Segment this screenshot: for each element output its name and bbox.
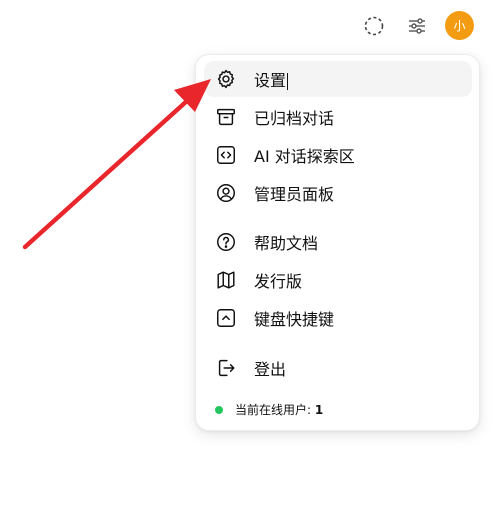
online-users-label: 当前在线用户: (235, 403, 315, 417)
menu-item-label: 登出 (254, 360, 287, 379)
menu-item-label: 发行版 (254, 272, 303, 291)
text-cursor (287, 73, 289, 90)
question-circle-icon (215, 231, 237, 253)
menu-item-label: 已归档对话 (254, 109, 335, 128)
online-users-status: 当前在线用户: 1 (215, 401, 323, 418)
selection-dashed-circle-icon[interactable] (361, 13, 387, 39)
chevron-up-square-icon (215, 307, 237, 329)
menu-item-keyboard-shortcuts[interactable]: 键盘快捷键 (204, 300, 472, 336)
map-icon (215, 269, 237, 291)
user-dropdown-menu: 设置 已归档对话 AI 对话探索区 管理员面板 帮助文档 发行版 键盘快捷键 登… (195, 54, 480, 431)
archive-icon (215, 106, 237, 128)
logout-icon (215, 357, 237, 379)
menu-item-archived-chats[interactable]: 已归档对话 (204, 99, 472, 135)
menu-item-label: AI 对话探索区 (254, 147, 355, 166)
online-users-count: 1 (314, 403, 324, 417)
menu-item-label: 设置 (254, 71, 289, 90)
user-circle-icon (215, 182, 237, 204)
menu-item-releases[interactable]: 发行版 (204, 262, 472, 298)
menu-item-ai-playground[interactable]: AI 对话探索区 (204, 137, 472, 173)
menu-item-logout[interactable]: 登出 (204, 350, 472, 386)
avatar[interactable]: 小 (445, 11, 474, 40)
online-status-dot (215, 405, 223, 414)
code-square-icon (215, 144, 237, 166)
gear-icon (215, 68, 237, 90)
avatar-label: 小 (453, 19, 466, 33)
page: 小 设置 已归档对话 AI 对话探索区 管理员面板 帮助文档 发行版 键盘快捷键… (0, 0, 501, 510)
menu-item-settings[interactable]: 设置 (204, 61, 472, 97)
menu-item-help-docs[interactable]: 帮助文档 (204, 224, 472, 260)
menu-item-label: 键盘快捷键 (254, 310, 335, 329)
menu-item-label: 管理员面板 (254, 185, 335, 204)
online-users-text: 当前在线用户: 1 (235, 401, 323, 418)
menu-item-label: 帮助文档 (254, 234, 319, 253)
sliders-icon[interactable] (404, 13, 430, 39)
menu-item-admin-panel[interactable]: 管理员面板 (204, 175, 472, 211)
